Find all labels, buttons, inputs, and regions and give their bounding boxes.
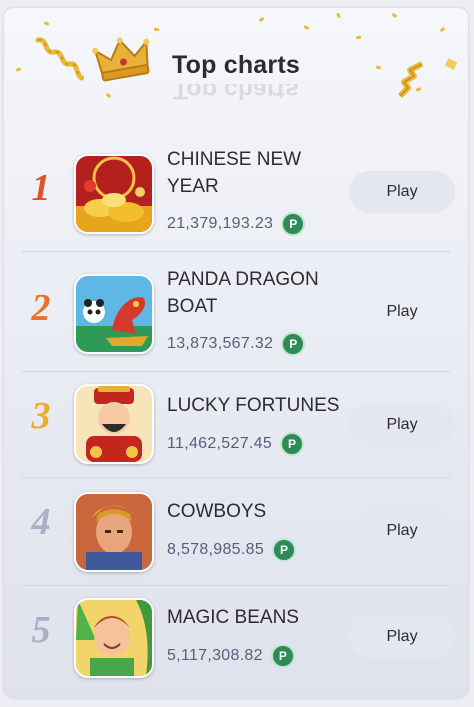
confetti-decoration [153, 27, 160, 32]
game-name: CHINESE NEW YEAR [167, 149, 302, 197]
confetti-decoration [258, 16, 265, 23]
rank-number: 2 [31, 287, 51, 329]
game-amount-group: 5,117,308.82 P [167, 644, 295, 668]
game-amount-group: 13,873,567.32 P [167, 332, 306, 356]
chart-row-5: 5 MAGIC BEANS 5,117,308.82 P Play [4, 586, 468, 694]
chart-row-4: 4 COWBOYS 8,578,985.85 P Play [4, 478, 468, 586]
game-thumbnail-chinese-new-year[interactable] [74, 154, 154, 234]
coin-icon: P [281, 212, 306, 236]
game-thumbnail-magic-beans[interactable] [74, 598, 154, 678]
game-amount: 13,873,567.32 [167, 335, 274, 352]
game-art-icon [76, 156, 152, 232]
game-thumbnail-lucky-fortunes[interactable] [74, 384, 154, 464]
confetti-decoration [439, 26, 446, 33]
rank-number: 5 [31, 609, 51, 651]
game-name: LUCKY FORTUNES [167, 395, 340, 416]
game-name: PANDA DRAGON BOAT [167, 269, 319, 317]
top-charts-card: Top charts Top charts 1 CHINESE NEW YEAR… [4, 8, 468, 698]
game-thumbnail-panda-dragon-boat[interactable] [74, 274, 154, 354]
coin-icon: P [280, 432, 305, 456]
rank-number: 1 [31, 167, 51, 209]
chart-row-1: 1 CHINESE NEW YEAR 21,379,193.23 P Play [4, 132, 468, 252]
game-art-icon [76, 494, 152, 570]
confetti-decoration [355, 35, 362, 40]
play-button[interactable]: Play [349, 171, 455, 213]
rank-number: 3 [31, 395, 51, 437]
play-button[interactable]: Play [349, 291, 455, 333]
coin-icon: P [272, 538, 297, 562]
coin-icon: P [281, 332, 306, 356]
confetti-decoration [391, 12, 398, 19]
game-amount: 8,578,985.85 [167, 541, 265, 558]
rank-number: 4 [31, 501, 51, 543]
game-amount: 21,379,193.23 [167, 215, 274, 232]
confetti-decoration [303, 25, 310, 30]
coin-icon: P [270, 644, 295, 668]
game-name: MAGIC BEANS [167, 607, 299, 628]
game-amount: 5,117,308.82 [167, 647, 263, 664]
game-art-icon [76, 386, 152, 462]
confetti-decoration [43, 20, 50, 27]
game-name: COWBOYS [167, 501, 267, 522]
game-amount: 11,462,527.45 [167, 435, 273, 452]
game-amount-group: 11,462,527.45 P [167, 432, 305, 456]
play-button[interactable]: Play [349, 616, 455, 658]
chart-row-3: 3 LUCKY FORTUNES 11,462,527.45 P Play [4, 372, 468, 478]
game-art-icon [76, 600, 152, 676]
game-art-icon [76, 276, 152, 352]
confetti-decoration [335, 12, 342, 19]
chart-row-2: 2 PANDA DRAGON BOAT 13,873,567.32 P Play [4, 252, 468, 372]
game-thumbnail-cowboys[interactable] [74, 492, 154, 572]
page-title: Top charts [172, 51, 300, 79]
header: Top charts Top charts [4, 8, 468, 118]
play-button[interactable]: Play [349, 404, 455, 446]
page-title-reflection: Top charts [173, 84, 299, 104]
play-button[interactable]: Play [349, 510, 455, 552]
game-amount-group: 21,379,193.23 P [167, 212, 306, 236]
game-amount-group: 8,578,985.85 P [167, 538, 297, 562]
